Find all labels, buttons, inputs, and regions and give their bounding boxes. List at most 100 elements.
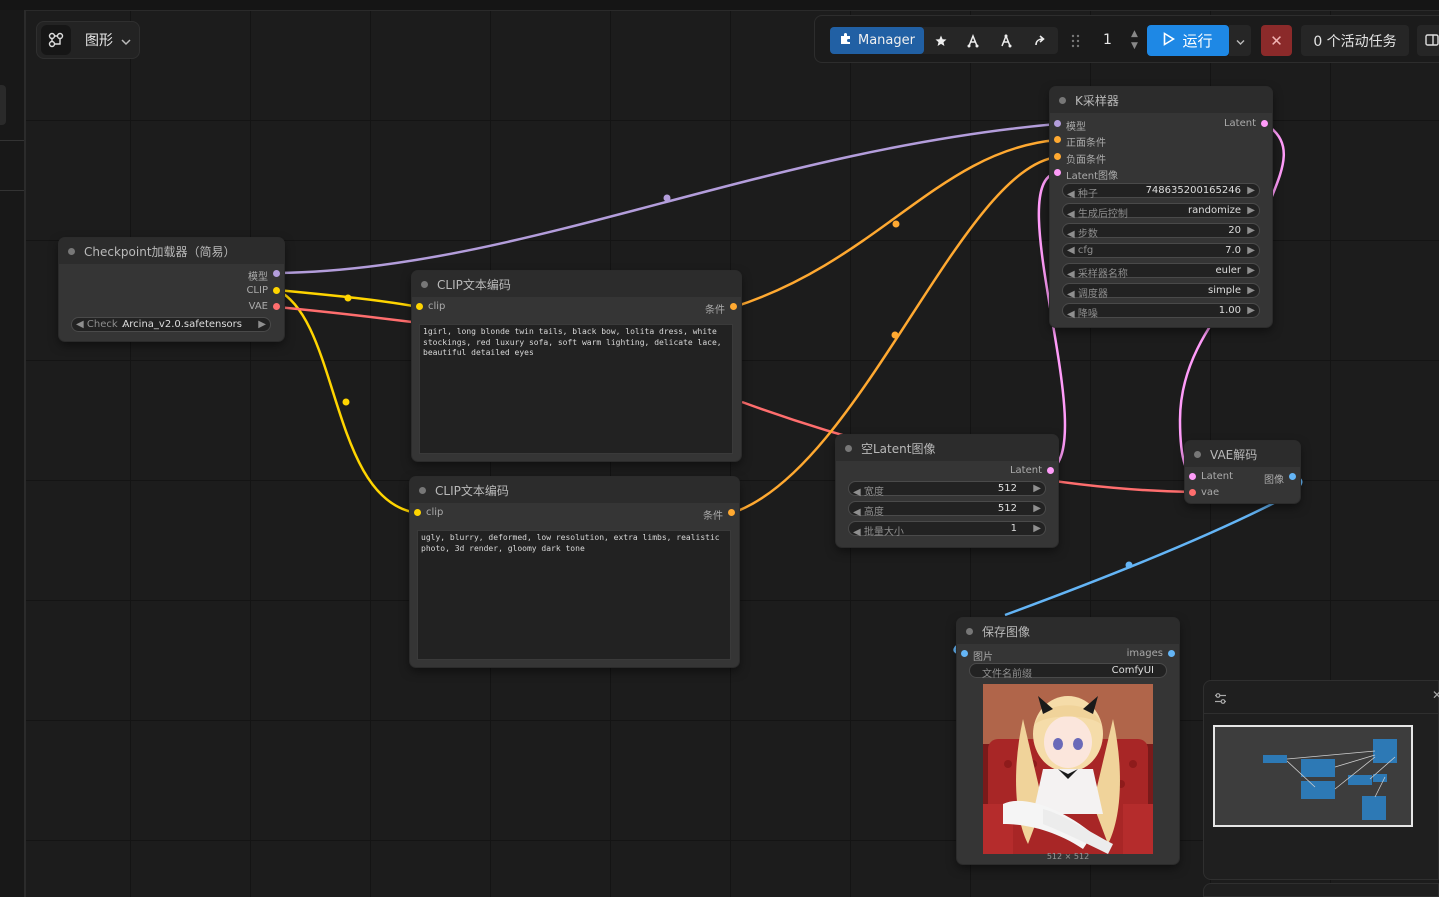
widget-steps[interactable]: ◀ 步数 20 ▶: [1062, 223, 1260, 240]
arrow-right-icon[interactable]: ▶: [1033, 523, 1041, 534]
node-title: VAE解码: [1210, 447, 1258, 462]
minimap-panel[interactable]: ✕: [1203, 680, 1439, 880]
output-slot-image[interactable]: [1289, 473, 1296, 480]
node-title-bar[interactable]: 保存图像: [957, 618, 1179, 644]
widget-control-after-generate[interactable]: ◀ 生成后控制 randomize ▶: [1062, 203, 1260, 220]
arrow-right-icon[interactable]: ▶: [1247, 305, 1255, 316]
input-label-image: 图片: [973, 652, 993, 663]
widget-seed[interactable]: ◀ 种子 748635200165246 ▶: [1062, 183, 1260, 200]
active-tasks-label: 0 个活动任务: [1313, 33, 1397, 50]
arrow-right-icon[interactable]: ▶: [1247, 245, 1255, 256]
settings-sliders-icon[interactable]: [1214, 690, 1227, 709]
widget-batch-size[interactable]: ◀ 批量大小 1 ▶: [848, 521, 1046, 538]
ckpt-name-combo[interactable]: ◀ Check ... Arcina_v2.0.safetensors ▶: [71, 317, 271, 332]
node-clip-text-encode-negative[interactable]: CLIP文本编码 clip 条件 ugly, blurry, deformed,…: [410, 477, 739, 667]
collapse-dot-icon[interactable]: [1059, 96, 1066, 104]
node-empty-latent-image[interactable]: 空Latent图像 Latent ◀ 宽度 512 ▶ ◀ 高度 512 ▶ ◀…: [836, 435, 1058, 547]
active-tasks-button[interactable]: 0 个活动任务: [1301, 25, 1409, 56]
graph-menu-button[interactable]: 图形: [36, 21, 140, 59]
output-image-preview[interactable]: [983, 684, 1153, 854]
node-title-bar[interactable]: 空Latent图像: [836, 435, 1058, 461]
widget-denoise[interactable]: ◀ 降噪 1.00 ▶: [1062, 303, 1260, 320]
arrow-right-icon[interactable]: ▶: [1033, 483, 1041, 494]
node-title-bar[interactable]: CLIP文本编码: [412, 271, 741, 297]
widget-label: ◀ 批量大小: [853, 527, 904, 538]
run-options-button[interactable]: [1229, 25, 1251, 56]
input-slot-clip[interactable]: [416, 303, 423, 310]
input-slot-image[interactable]: [961, 650, 968, 657]
widget-label: ◀ cfg: [1067, 245, 1094, 256]
widget-value: 1: [1010, 523, 1017, 534]
output-slot-vae[interactable]: [273, 303, 280, 310]
input-slot-negative[interactable]: [1054, 153, 1061, 160]
widget-cfg[interactable]: ◀ cfg 7.0 ▶: [1062, 243, 1260, 258]
node-clip-text-encode-positive[interactable]: CLIP文本编码 clip 条件 1girl, long blonde twin…: [412, 271, 741, 461]
output-slot-clip[interactable]: [273, 287, 280, 294]
node-title-bar[interactable]: VAE解码: [1185, 441, 1300, 467]
node-save-image[interactable]: 保存图像 图片 images 文件名前缀 ComfyUI 512 × 512: [957, 618, 1179, 864]
minimap-viewport[interactable]: [1213, 725, 1413, 827]
stepper-arrows-icon[interactable]: ▲ ▼: [1131, 28, 1138, 52]
input-slot-latent[interactable]: [1054, 169, 1061, 176]
node-title-bar[interactable]: Checkpoint加载器（简易）: [59, 238, 284, 264]
node-graph-alt-icon[interactable]: [991, 27, 1021, 54]
queue-count-value[interactable]: 1: [1103, 32, 1112, 48]
collapse-dot-icon[interactable]: [966, 627, 973, 635]
run-button[interactable]: 运行: [1147, 25, 1229, 56]
node-vae-decode[interactable]: VAE解码 Latent vae 图像: [1185, 441, 1300, 503]
output-slot-images[interactable]: [1168, 650, 1175, 657]
collapse-dot-icon[interactable]: [845, 444, 852, 452]
output-slot-latent[interactable]: [1261, 120, 1268, 127]
input-slot-model[interactable]: [1054, 120, 1061, 127]
output-slot-model[interactable]: [273, 270, 280, 277]
anime-girl-image: [983, 684, 1153, 854]
widget-filename-prefix[interactable]: 文件名前缀 ComfyUI: [969, 663, 1167, 680]
drag-handle-icon[interactable]: [1071, 33, 1081, 52]
node-graph-icon[interactable]: [958, 27, 988, 54]
widget-scheduler[interactable]: ◀ 调度器 simple ▶: [1062, 283, 1260, 300]
widget-height[interactable]: ◀ 高度 512 ▶: [848, 501, 1046, 518]
output-slot-conditioning[interactable]: [728, 509, 735, 516]
arrow-right-icon[interactable]: ▶: [258, 319, 266, 330]
stop-button[interactable]: ✕: [1261, 25, 1292, 56]
star-icon[interactable]: [926, 27, 956, 54]
link-vae-a: [276, 305, 413, 324]
widget-sampler-name[interactable]: ◀ 采样器名称 euler ▶: [1062, 263, 1260, 280]
node-ksampler[interactable]: K采样器 模型 正面条件 负面条件 Latent图像 Latent ◀ 种子 7…: [1050, 87, 1272, 327]
input-slot-clip[interactable]: [414, 509, 421, 516]
widget-label: 文件名前缀: [982, 669, 1032, 680]
node-title: 保存图像: [982, 624, 1031, 639]
close-icon[interactable]: ✕: [1432, 688, 1439, 702]
puzzle-icon: [839, 32, 852, 49]
collapse-dot-icon[interactable]: [1194, 450, 1201, 458]
collapse-dot-icon[interactable]: [419, 486, 426, 494]
arrow-right-icon[interactable]: ▶: [1247, 205, 1255, 216]
node-checkpoint-loader[interactable]: Checkpoint加载器（简易） 模型 CLIP VAE ◀ Check ..…: [59, 238, 284, 341]
widget-label: ◀ 步数: [1067, 229, 1098, 240]
share-arrow-icon[interactable]: [1025, 27, 1055, 54]
prompt-textarea[interactable]: ugly, blurry, deformed, low resolution, …: [417, 530, 731, 660]
collapse-dot-icon[interactable]: [68, 247, 75, 255]
arrow-right-icon[interactable]: ▶: [1247, 265, 1255, 276]
image-size-label: 512 × 512: [1046, 852, 1090, 861]
collapse-dot-icon[interactable]: [421, 280, 428, 288]
queue-count-stepper[interactable]: 1 ▲ ▼: [1095, 26, 1145, 56]
input-slot-positive[interactable]: [1054, 136, 1061, 143]
output-slot-latent[interactable]: [1047, 467, 1054, 474]
arrow-right-icon[interactable]: ▶: [1033, 503, 1041, 514]
arrow-right-icon[interactable]: ▶: [1247, 185, 1255, 196]
input-slot-latent[interactable]: [1189, 473, 1196, 480]
node-title-bar[interactable]: K采样器: [1050, 87, 1272, 113]
node-title: CLIP文本编码: [437, 277, 511, 292]
input-slot-vae[interactable]: [1189, 489, 1196, 496]
widget-width[interactable]: ◀ 宽度 512 ▶: [848, 481, 1046, 498]
arrow-right-icon[interactable]: ▶: [1247, 285, 1255, 296]
arrow-right-icon[interactable]: ▶: [1247, 225, 1255, 236]
toggle-panel-button[interactable]: [1417, 25, 1439, 56]
prompt-textarea[interactable]: 1girl, long blonde twin tails, black bow…: [419, 324, 733, 454]
output-slot-conditioning[interactable]: [730, 303, 737, 310]
node-title-bar[interactable]: CLIP文本编码: [410, 477, 739, 503]
link-midpoint: [342, 398, 350, 406]
widget-value: 1.00: [1218, 305, 1241, 316]
manager-button[interactable]: Manager: [830, 27, 924, 54]
